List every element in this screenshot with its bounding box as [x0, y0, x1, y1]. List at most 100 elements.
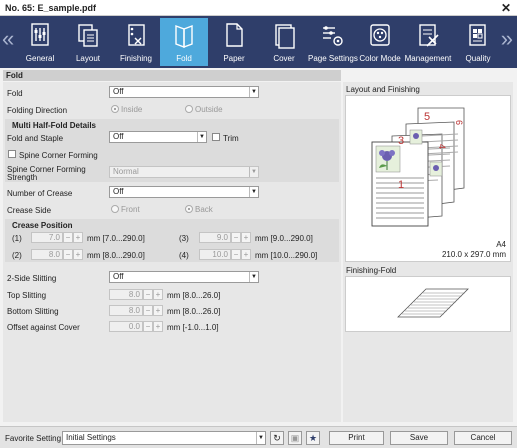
page-number-3: 3: [398, 135, 404, 147]
minus-icon[interactable]: −: [143, 321, 153, 332]
tab-label: Layout: [75, 54, 101, 63]
minus-icon[interactable]: −: [231, 232, 241, 243]
spine-corner-forming-checkbox[interactable]: [8, 150, 16, 158]
crease-2-value[interactable]: 8.0: [31, 249, 63, 260]
tab-cover[interactable]: Cover: [260, 18, 308, 66]
radio-dot: [185, 105, 193, 113]
tab-label: Fold: [176, 54, 192, 63]
tab-paper[interactable]: Paper: [210, 18, 258, 66]
plus-icon[interactable]: +: [241, 232, 251, 243]
minus-icon[interactable]: −: [63, 232, 73, 243]
number-of-crease-value: Off: [113, 187, 124, 196]
folding-direction-row: Folding Direction Inside Outside: [3, 103, 341, 117]
front-radio-label: Front: [121, 205, 140, 214]
crease-position-heading: Crease Position: [12, 221, 73, 230]
tab-management[interactable]: Management: [404, 18, 452, 66]
plus-icon[interactable]: +: [153, 289, 163, 300]
crease-3-value[interactable]: 9.0: [199, 232, 231, 243]
crease-1-range: mm [7.0...290.0]: [87, 234, 145, 243]
tab-layout[interactable]: Layout: [64, 18, 112, 66]
outside-radio-label: Outside: [195, 105, 223, 114]
radio-dot: [185, 205, 193, 213]
favorite-setting-value: Initial Settings: [66, 433, 116, 442]
minus-icon[interactable]: −: [63, 249, 73, 260]
crease-4-value[interactable]: 10.0: [199, 249, 231, 260]
close-icon[interactable]: ✕: [501, 1, 511, 15]
fold-select[interactable]: Off ▼: [109, 86, 259, 98]
crease-4-range: mm [10.0...290.0]: [255, 251, 318, 260]
page-number-1: 1: [398, 179, 404, 191]
preview-pane: Layout and Finishing 1 3 4 5 6 A4 210.0 …: [343, 82, 513, 422]
minus-icon[interactable]: −: [143, 305, 153, 316]
fold-and-staple-select[interactable]: Off ▼: [109, 131, 207, 143]
top-slitting-label: Top Slitting: [7, 291, 47, 300]
plus-icon[interactable]: +: [153, 305, 163, 316]
front-radio[interactable]: Front: [111, 205, 140, 214]
bottom-slitting-value[interactable]: 8.0: [109, 305, 143, 316]
tab-fold[interactable]: Fold: [160, 18, 208, 66]
fold-row: Fold Off ▼: [3, 86, 341, 100]
folding-direction-label: Folding Direction: [7, 106, 68, 115]
cover-icon: [275, 24, 295, 49]
outside-radio[interactable]: Outside: [185, 105, 223, 114]
fold-label: Fold: [7, 89, 23, 98]
inside-radio-label: Inside: [121, 105, 143, 114]
plus-icon[interactable]: +: [241, 249, 251, 260]
spine-strength-select[interactable]: Normal ▼: [109, 166, 259, 178]
save-favorite-icon[interactable]: ▣: [288, 431, 302, 445]
print-button[interactable]: Print: [329, 431, 384, 445]
back-radio[interactable]: Back: [185, 205, 213, 214]
tab-finishing[interactable]: Finishing: [112, 18, 160, 66]
color-palette-icon: [370, 24, 390, 46]
tab-label: Color Mode: [359, 54, 401, 63]
tab-scroll-left-button[interactable]: «: [2, 28, 14, 50]
two-side-slitting-select[interactable]: Off ▼: [109, 271, 259, 283]
crease-1-value[interactable]: 7.0: [31, 232, 63, 243]
number-of-crease-select[interactable]: Off ▼: [109, 186, 259, 198]
plus-icon[interactable]: +: [153, 321, 163, 332]
page-number-6: 6: [454, 120, 464, 125]
bottom-slitting-range: mm [8.0...26.0]: [167, 307, 221, 316]
chevron-down-icon: ▼: [256, 432, 265, 444]
crease-3-index: (3): [179, 234, 189, 243]
fold-value: Off: [113, 87, 124, 96]
general-icon: [31, 23, 49, 46]
settings-pane: Fold Off ▼ Folding Direction Inside Outs…: [3, 82, 341, 422]
fold-and-staple-label: Fold and Staple: [7, 134, 64, 143]
radio-dot: [111, 105, 119, 113]
tab-color-mode[interactable]: Color Mode: [356, 18, 404, 66]
favorite-setting-select[interactable]: Initial Settings ▼: [62, 431, 266, 445]
chevron-down-icon: ▼: [249, 187, 258, 197]
plus-icon[interactable]: +: [73, 232, 83, 243]
management-icon: [419, 24, 439, 47]
minus-icon[interactable]: −: [143, 289, 153, 300]
layout-and-finishing-title: Layout and Finishing: [346, 85, 420, 94]
inside-radio[interactable]: Inside: [111, 105, 142, 114]
refresh-icon[interactable]: ↻: [270, 431, 284, 445]
save-button[interactable]: Save: [390, 431, 448, 445]
tab-general[interactable]: General: [16, 18, 64, 66]
tab-scroll-right-button[interactable]: »: [501, 28, 513, 50]
two-side-slitting-row: 2-Side Slitting Off ▼: [3, 271, 341, 285]
tab-page-settings[interactable]: Page Settings: [308, 18, 358, 66]
star-icon[interactable]: ★: [306, 431, 320, 445]
section-header: Fold: [3, 70, 341, 81]
bottom-slitting-label: Bottom Slitting: [7, 307, 59, 316]
top-slitting-row: Top Slitting 8.0 − + mm [8.0...26.0]: [3, 288, 341, 302]
trim-label: Trim: [223, 134, 239, 143]
page-number-5: 5: [424, 111, 430, 123]
tab-label: General: [25, 54, 55, 63]
cancel-button[interactable]: Cancel: [454, 431, 512, 445]
tab-quality[interactable]: Quality: [454, 18, 502, 66]
crease-2-index: (2): [12, 251, 22, 260]
plus-icon[interactable]: +: [73, 249, 83, 260]
offset-against-cover-row: Offset against Cover 0.0 − + mm [-1.0...…: [3, 320, 341, 334]
finishing-fold-preview: [345, 276, 511, 332]
top-slitting-value[interactable]: 8.0: [109, 289, 143, 300]
offset-against-cover-value[interactable]: 0.0: [109, 321, 143, 332]
tab-label: Cover: [273, 54, 295, 63]
trim-checkbox[interactable]: [212, 133, 220, 141]
fold-preview-image: [397, 288, 469, 318]
crease-2-range: mm [8.0...290.0]: [87, 251, 145, 260]
minus-icon[interactable]: −: [231, 249, 241, 260]
